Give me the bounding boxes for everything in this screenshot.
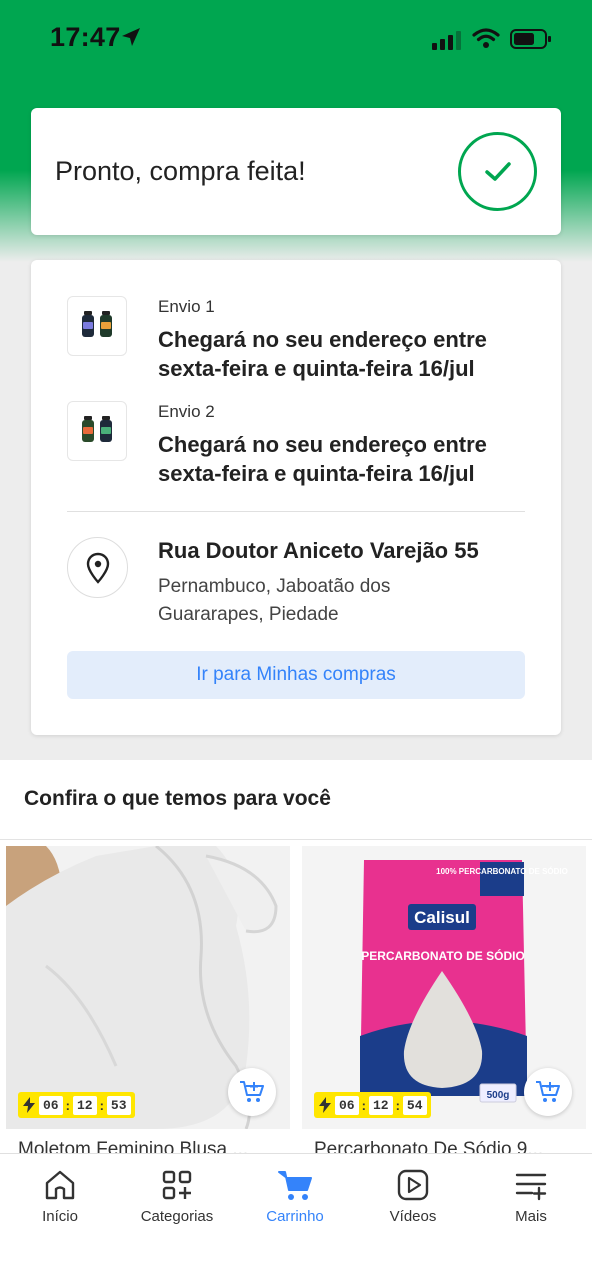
success-title: Pronto, compra feita! bbox=[55, 156, 306, 186]
address-city: Pernambuco, Jaboatão dos Guararapes, Pie… bbox=[158, 576, 391, 625]
tab-inicio[interactable]: Início bbox=[5, 1168, 115, 1225]
bottom-tab-bar: Início Categorias Carrinho Vídeos Mais bbox=[0, 1153, 592, 1280]
recommendations-title: Confira o que temos para você bbox=[24, 787, 331, 810]
package-name: PERCARBONATO DE SÓDIO bbox=[361, 948, 525, 963]
add-to-cart-icon bbox=[240, 1081, 264, 1102]
package-brand: Calisul bbox=[414, 908, 470, 927]
shipment-2-thumbnail bbox=[67, 401, 127, 461]
product-bottle-image bbox=[100, 311, 112, 337]
cart-icon bbox=[278, 1171, 312, 1200]
shipment-1-label: Envio 1 bbox=[158, 297, 215, 316]
tab-label: Início bbox=[42, 1208, 78, 1225]
play-icon bbox=[397, 1169, 429, 1201]
timer-seconds: 54 bbox=[402, 1095, 427, 1115]
menu-plus-icon bbox=[515, 1173, 547, 1201]
tab-label: Mais bbox=[515, 1208, 547, 1225]
product-bottle-image bbox=[100, 416, 112, 442]
address-street: Rua Doutor Aniceto Varejão 55 bbox=[158, 538, 479, 563]
product-bottle-image bbox=[82, 311, 94, 337]
shipment-2-delivery-text: Chegará no seu endereço entre sexta-feir… bbox=[158, 432, 487, 486]
product-card[interactable]: 06 : 12 : 53 Moletom Feminino Blusa ... bbox=[6, 846, 290, 1156]
timer-hours: 06 bbox=[335, 1095, 359, 1115]
package-weight: 500g bbox=[487, 1090, 510, 1101]
add-to-cart-button[interactable] bbox=[524, 1068, 572, 1116]
go-to-my-purchases-button[interactable]: Ir para Minhas compras bbox=[67, 651, 525, 699]
add-to-cart-button[interactable] bbox=[228, 1068, 276, 1116]
product-bottle-image bbox=[82, 416, 94, 442]
wifi-icon bbox=[472, 28, 500, 48]
countdown-timer: 06 : 12 : 53 bbox=[18, 1092, 135, 1118]
tab-label: Categorias bbox=[140, 1208, 214, 1225]
timer-minutes: 12 bbox=[72, 1095, 97, 1115]
order-details-card: Envio 1 Chegará no seu endereço entre se… bbox=[31, 260, 561, 735]
timer-seconds: 53 bbox=[106, 1095, 131, 1115]
home-icon bbox=[45, 1170, 75, 1200]
location-pin-icon bbox=[67, 537, 128, 598]
package-badge: 100% PERCARBONATO DE SÓDIO bbox=[436, 867, 568, 876]
status-time: 17:47 bbox=[50, 22, 121, 52]
add-to-cart-icon bbox=[536, 1081, 560, 1102]
timer-minutes: 12 bbox=[368, 1095, 393, 1115]
product-card[interactable]: 100% PERCARBONATO DE SÓDIO Calisul PERCA… bbox=[302, 846, 586, 1156]
cellular-signal-icon bbox=[432, 31, 461, 50]
divider bbox=[67, 511, 525, 512]
tab-label: Vídeos bbox=[389, 1208, 437, 1225]
shipment-1-delivery-text: Chegará no seu endereço entre sexta-feir… bbox=[158, 327, 487, 381]
tab-label: Carrinho bbox=[266, 1208, 324, 1225]
lightning-icon bbox=[319, 1097, 331, 1113]
divider bbox=[0, 839, 592, 840]
timer-hours: 06 bbox=[39, 1095, 63, 1115]
tab-videos[interactable]: Vídeos bbox=[358, 1168, 468, 1225]
check-icon bbox=[458, 132, 537, 211]
purchase-success-card: Pronto, compra feita! bbox=[31, 108, 561, 235]
shipment-1-thumbnail bbox=[67, 296, 127, 356]
tab-mais[interactable]: Mais bbox=[476, 1168, 586, 1225]
recommendations-section: Confira o que temos para você 06 : 12 : … bbox=[0, 760, 592, 1160]
status-bar: 17:47 bbox=[0, 0, 592, 80]
tab-carrinho[interactable]: Carrinho bbox=[240, 1168, 350, 1225]
battery-icon bbox=[510, 29, 551, 49]
lightning-icon bbox=[23, 1097, 35, 1113]
location-arrow-icon bbox=[122, 28, 140, 46]
categories-icon bbox=[162, 1170, 192, 1200]
tab-categorias[interactable]: Categorias bbox=[122, 1168, 232, 1225]
countdown-timer: 06 : 12 : 54 bbox=[314, 1092, 431, 1118]
shipment-2-label: Envio 2 bbox=[158, 402, 215, 421]
